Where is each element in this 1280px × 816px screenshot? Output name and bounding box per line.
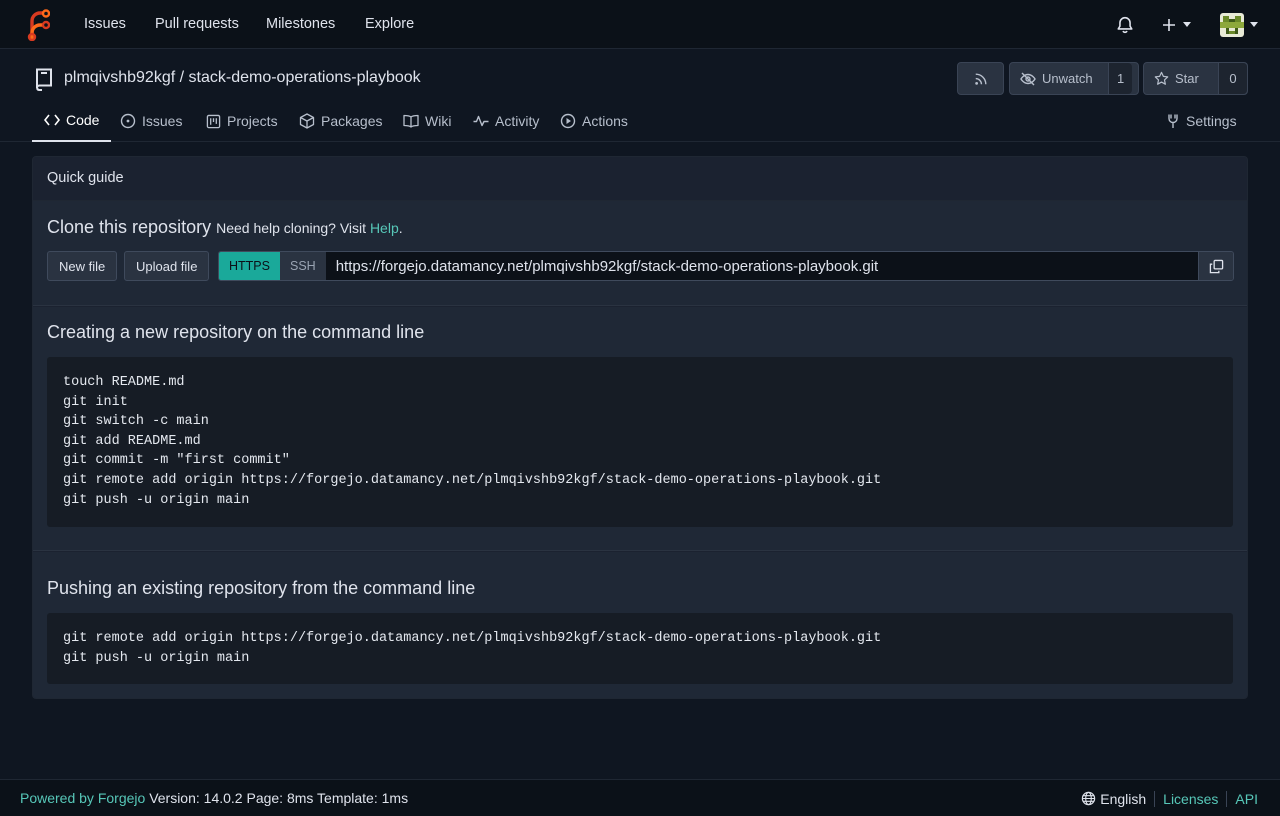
- tab-packages-label: Packages: [321, 113, 383, 129]
- tab-activity-label: Activity: [495, 113, 540, 129]
- globe-icon: [1081, 791, 1096, 806]
- user-menu-button[interactable]: [1220, 0, 1258, 49]
- star-count[interactable]: 0: [1218, 63, 1247, 94]
- api-link[interactable]: API: [1226, 790, 1266, 807]
- code-line: git init: [63, 394, 128, 410]
- repo-owner-link[interactable]: plmqivshb92kgf: [64, 69, 175, 86]
- tab-projects-label: Projects: [227, 113, 278, 129]
- tab-settings[interactable]: Settings: [1166, 100, 1237, 142]
- code-line: git switch -c main: [63, 414, 209, 430]
- create-menu-button[interactable]: [1161, 0, 1191, 49]
- tab-code[interactable]: Code: [32, 100, 112, 142]
- repo-icon: [34, 67, 54, 91]
- star-icon: [1154, 71, 1169, 86]
- avatar: [1220, 12, 1244, 37]
- footer-info: Powered by Forgejo Version: 14.0.2 Page:…: [20, 790, 408, 806]
- clone-url-input[interactable]: [325, 252, 1198, 280]
- tab-actions-label: Actions: [582, 113, 628, 129]
- watch-button-group: Unwatch 1: [1009, 62, 1139, 95]
- rss-icon: [974, 72, 988, 86]
- nav-milestones[interactable]: Milestones: [266, 0, 335, 49]
- watch-count[interactable]: 1: [1108, 63, 1133, 94]
- new-repo-section: Creating a new repository on the command…: [33, 307, 1247, 551]
- tab-settings-label: Settings: [1186, 113, 1237, 129]
- code-line: git commit -m "first commit": [63, 453, 290, 469]
- repo-header: plmqivshb92kgf / stack-demo-operations-p…: [0, 50, 1280, 142]
- copy-url-button[interactable]: [1198, 252, 1233, 280]
- issue-icon: [120, 113, 136, 129]
- footer: Powered by Forgejo Version: 14.0.2 Page:…: [0, 779, 1280, 816]
- ssh-toggle[interactable]: SSH: [279, 252, 326, 280]
- project-icon: [206, 114, 221, 129]
- tab-activity[interactable]: Activity: [473, 100, 539, 142]
- version-info: Version: 14.0.2 Page: 8ms Template: 1ms: [149, 790, 409, 806]
- https-toggle[interactable]: HTTPS: [219, 252, 280, 280]
- chevron-down-icon: [1250, 22, 1258, 27]
- new-repo-code-block: touch README.md git init git switch -c m…: [47, 357, 1233, 527]
- repo-name-link[interactable]: stack-demo-operations-playbook: [189, 69, 421, 86]
- quick-guide-title: Quick guide: [33, 157, 1247, 201]
- copy-icon: [1209, 259, 1224, 274]
- code-icon: [44, 113, 60, 127]
- package-icon: [299, 113, 315, 129]
- code-line: touch README.md: [63, 375, 185, 390]
- push-repo-section: Pushing an existing repository from the …: [33, 552, 1247, 698]
- tab-issues-label: Issues: [142, 113, 183, 129]
- unwatch-button[interactable]: Unwatch: [1010, 63, 1108, 94]
- clone-help-label: Need help cloning? Visit: [216, 220, 367, 236]
- forgejo-logo-icon[interactable]: [26, 9, 50, 41]
- clone-help-period: .: [398, 220, 403, 236]
- licenses-link[interactable]: Licenses: [1154, 790, 1226, 807]
- eye-slash-icon: [1020, 72, 1036, 86]
- push-repo-code-block: git remote add origin https://forgejo.da…: [47, 613, 1233, 684]
- clone-heading: Clone this repository Need help cloning?…: [47, 217, 403, 238]
- nav-explore[interactable]: Explore: [365, 0, 414, 49]
- help-link[interactable]: Help: [370, 220, 399, 236]
- book-icon: [403, 114, 419, 128]
- repo-tabs: Code Issues Projects Packages Wiki Activ…: [32, 100, 1248, 142]
- push-repo-title: Pushing an existing repository from the …: [47, 578, 476, 598]
- footer-links: English Licenses API: [1073, 780, 1266, 816]
- clone-help-text: Need help cloning? Visit Help.: [216, 220, 403, 236]
- star-button[interactable]: Star: [1144, 63, 1218, 94]
- tab-actions[interactable]: Actions: [560, 100, 628, 142]
- powered-by-link[interactable]: Powered by Forgejo: [20, 790, 145, 806]
- chevron-down-icon: [1183, 22, 1191, 27]
- plus-icon: [1161, 17, 1177, 33]
- tab-issues[interactable]: Issues: [120, 100, 182, 142]
- code-line: git add README.md: [63, 433, 201, 449]
- tab-wiki[interactable]: Wiki: [403, 100, 451, 142]
- language-selector[interactable]: English: [1073, 791, 1154, 807]
- tools-icon: [1166, 113, 1180, 129]
- new-file-button[interactable]: New file: [47, 251, 118, 281]
- star-button-group: Star 0: [1143, 62, 1248, 95]
- repo-title: plmqivshb92kgf / stack-demo-operations-p…: [64, 69, 421, 87]
- new-repo-title: Creating a new repository on the command…: [47, 322, 425, 342]
- tab-packages[interactable]: Packages: [299, 100, 382, 142]
- tab-projects[interactable]: Projects: [206, 100, 278, 142]
- rss-feed-button[interactable]: [957, 62, 1004, 95]
- code-line: git push -u origin main: [63, 650, 250, 666]
- unwatch-label: Unwatch: [1042, 71, 1093, 86]
- code-line: git remote add origin https://forgejo.da…: [63, 472, 882, 488]
- repo-title-separator: /: [179, 69, 185, 86]
- play-icon: [560, 113, 576, 129]
- clone-section: Clone this repository Need help cloning?…: [33, 201, 1247, 306]
- clone-title: Clone this repository: [47, 217, 212, 237]
- code-line: git remote add origin https://forgejo.da…: [63, 631, 882, 646]
- quick-guide-panel: Quick guide Clone this repository Need h…: [32, 156, 1248, 699]
- notifications-button[interactable]: [1116, 0, 1134, 49]
- top-navbar: Issues Pull requests Milestones Explore: [0, 0, 1280, 49]
- tab-code-label: Code: [66, 112, 100, 128]
- language-label: English: [1100, 790, 1147, 807]
- code-line: git push -u origin main: [63, 492, 250, 508]
- tab-wiki-label: Wiki: [425, 113, 452, 129]
- pulse-icon: [473, 114, 489, 128]
- upload-file-button[interactable]: Upload file: [124, 251, 210, 281]
- nav-pull-requests[interactable]: Pull requests: [155, 0, 239, 49]
- star-label: Star: [1175, 71, 1199, 86]
- bell-icon: [1116, 16, 1134, 34]
- nav-issues[interactable]: Issues: [84, 0, 126, 49]
- clone-url-bar: HTTPS SSH: [218, 251, 1234, 281]
